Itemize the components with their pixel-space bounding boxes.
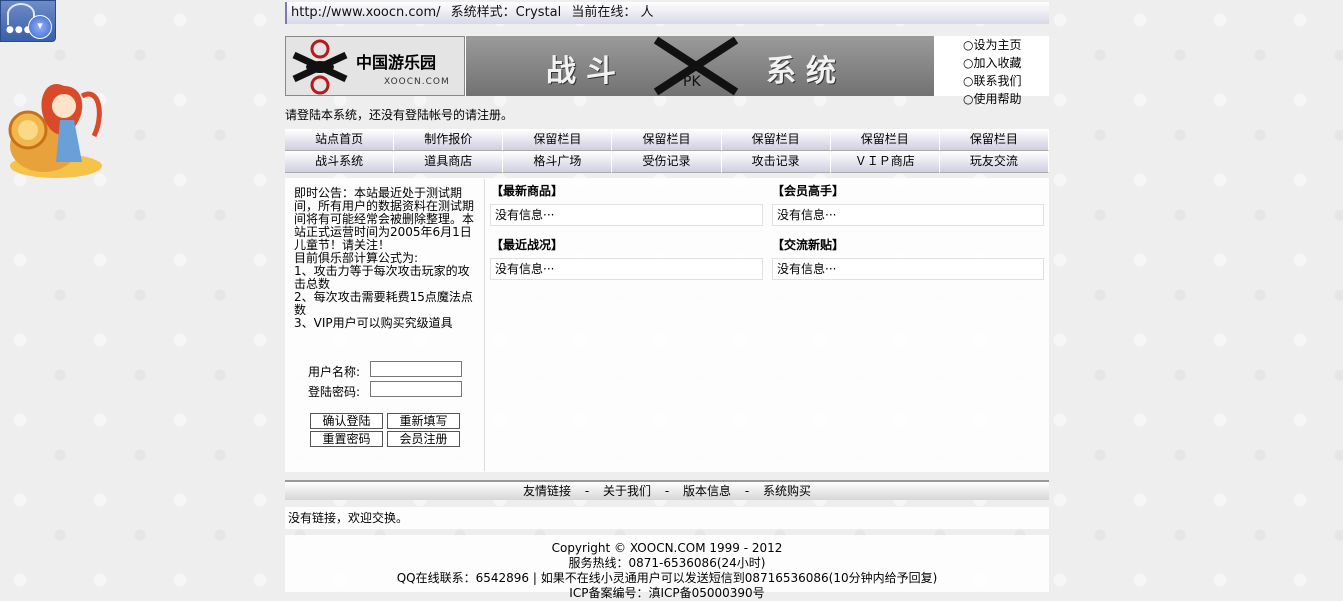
qq-contact-text: QQ在线联系：6542896 | 如果不在线小灵通用户可以发送短信到087165… xyxy=(396,571,938,585)
recent-battles-title: 【最近战况】 xyxy=(491,238,564,252)
reset-password-button[interactable]: 重置密码 xyxy=(310,431,383,447)
footer-separator: - xyxy=(744,484,750,498)
site-url[interactable]: http://www.xoocn.com/ xyxy=(291,5,441,20)
pk-battle-banner: 战斗 PK 系统 xyxy=(466,36,934,96)
hotline-text: 服务热线：0871-6536086(24小时) xyxy=(568,556,766,570)
nav-attack-log[interactable]: 攻击记录 xyxy=(721,151,831,173)
footer-separator: - xyxy=(584,484,590,498)
footer-links: 友情链接 - 关于我们 - 版本信息 - 系统购买 xyxy=(285,480,1049,500)
banner-title-left: 战斗 xyxy=(546,54,626,89)
announcement-text: 即时公告：本站最近处于测试期间，所有用户的数据资料在测试期间将有可能经常会被删除… xyxy=(294,186,475,252)
site-logo[interactable]: 中国游乐园 XOOCN.COM xyxy=(285,36,465,96)
nav-reserved-4[interactable]: 保留栏目 xyxy=(830,129,940,151)
username-input[interactable] xyxy=(370,361,462,377)
online-count: 当前在线： 人 xyxy=(571,5,654,20)
footer-separator: - xyxy=(664,484,670,498)
banner-title-right: 系统 xyxy=(766,54,846,89)
formula-rule-2: 2、每次攻击需要耗费15点魔法点数 xyxy=(294,290,473,317)
reset-form-button[interactable]: 重新填写 xyxy=(387,413,460,429)
nav-item-shop[interactable]: 道具商店 xyxy=(394,151,504,173)
top-members-box: 没有信息··· xyxy=(772,204,1044,226)
register-button[interactable]: 会员注册 xyxy=(387,431,460,447)
nav-reserved-2[interactable]: 保留栏目 xyxy=(612,129,722,151)
username-label: 用户名称: xyxy=(308,365,361,379)
friend-links-link[interactable]: 友情链接 xyxy=(523,484,571,498)
lion-girl-mascot xyxy=(8,84,102,178)
desktop-widget[interactable]: ●●● ▾ xyxy=(0,0,56,42)
nav-reserved-5[interactable]: 保留栏目 xyxy=(939,129,1049,151)
set-homepage-link[interactable]: ○设为主页 xyxy=(963,36,1021,54)
left-panel: 即时公告：本站最近处于测试期间，所有用户的数据资料在测试期间将有可能经常会被删除… xyxy=(286,179,485,471)
chevron-down-icon[interactable]: ▾ xyxy=(28,15,52,39)
no-links-message: 没有链接，欢迎交换。 xyxy=(285,507,1049,529)
nav-vip-shop[interactable]: ＶＩＰ商店 xyxy=(830,151,940,173)
nav-reserved-3[interactable]: 保留栏目 xyxy=(721,129,831,151)
logo-chinese-text: 中国游乐园 xyxy=(356,53,437,72)
pk-label: PK xyxy=(683,74,701,90)
confirm-login-button[interactable]: 确认登陆 xyxy=(310,413,383,429)
copyright-block: Copyright © XOOCN.COM 1999 - 2012 服务热线：0… xyxy=(285,535,1049,600)
new-posts-title: 【交流新贴】 xyxy=(772,238,845,252)
contact-us-link[interactable]: ○联系我们 xyxy=(963,72,1021,90)
nav-row-2: 战斗系统 道具商店 格斗广场 受伤记录 攻击记录 ＶＩＰ商店 玩友交流 xyxy=(285,151,1049,173)
password-row: 登陆密码: xyxy=(308,381,462,400)
system-purchase-link[interactable]: 系统购买 xyxy=(763,484,811,498)
nav-battle-system[interactable]: 战斗系统 xyxy=(285,151,395,173)
password-input[interactable] xyxy=(370,381,462,397)
system-style: 系统样式：Crystal xyxy=(450,5,562,20)
nav-injury-log[interactable]: 受伤记录 xyxy=(612,151,722,173)
nav-reserved-1[interactable]: 保留栏目 xyxy=(503,129,613,151)
welcome-message: 请登陆本系统，还没有登陆帐号的请注册。 xyxy=(285,108,514,122)
announcement: 即时公告：本站最近处于测试期间，所有用户的数据资料在测试期间将有可能经常会被删除… xyxy=(294,187,478,330)
top-status-bar: http://www.xoocn.com/ 系统样式：Crystal 当前在线：… xyxy=(285,2,1049,24)
top-members-title: 【会员高手】 xyxy=(772,184,845,198)
add-favorite-link[interactable]: ○加入收藏 xyxy=(963,54,1021,72)
logo-emblem-icon xyxy=(292,39,348,95)
icp-text: ICP备案编号：滇ICP备05000390号 xyxy=(569,586,765,600)
about-us-link[interactable]: 关于我们 xyxy=(603,484,651,498)
formula-rule-1: 1、攻击力等于每次攻击玩家的攻击总数 xyxy=(294,264,470,291)
copyright-text: Copyright © XOOCN.COM 1999 - 2012 xyxy=(551,541,783,555)
new-goods-title: 【最新商品】 xyxy=(491,184,564,198)
formula-rule-3: 3、VIP用户可以购买究级道具 xyxy=(294,316,453,330)
header-banner: 中国游乐园 XOOCN.COM 战斗 PK 系统 ○设为主页 ○加入收藏 ○联系… xyxy=(285,36,1049,106)
nav-arena[interactable]: 格斗广场 xyxy=(503,151,613,173)
logo-english-text: XOOCN.COM xyxy=(384,77,450,87)
quick-links: ○设为主页 ○加入收藏 ○联系我们 ○使用帮助 xyxy=(963,36,1021,108)
nav-row-1: 站点首页 制作报价 保留栏目 保留栏目 保留栏目 保留栏目 保留栏目 xyxy=(285,129,1049,151)
nav-pricing[interactable]: 制作报价 xyxy=(394,129,504,151)
new-goods-box: 没有信息··· xyxy=(490,204,763,226)
username-row: 用户名称: xyxy=(308,361,462,380)
nav-home[interactable]: 站点首页 xyxy=(285,129,395,151)
main-content: 即时公告：本站最近处于测试期间，所有用户的数据资料在测试期间将有可能经常会被删除… xyxy=(285,178,1049,472)
version-info-link[interactable]: 版本信息 xyxy=(683,484,731,498)
nav-player-forum[interactable]: 玩友交流 xyxy=(939,151,1049,173)
recent-battles-box: 没有信息··· xyxy=(490,258,763,280)
password-label: 登陆密码: xyxy=(308,385,361,399)
new-posts-box: 没有信息··· xyxy=(772,258,1044,280)
